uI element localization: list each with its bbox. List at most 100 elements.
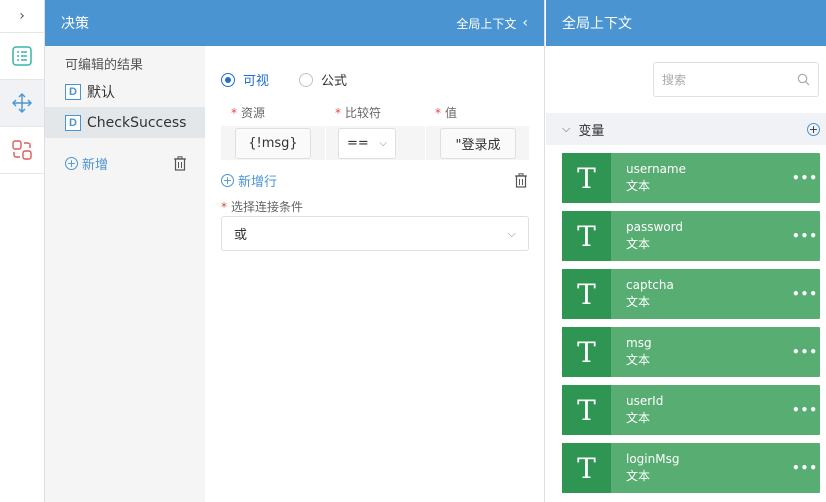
variable-card[interactable]: T msg 文本 ••• — [562, 327, 820, 377]
more-icon[interactable]: ••• — [790, 345, 820, 359]
variable-info: loginMsg 文本 — [611, 451, 790, 485]
context-title: 全局上下文 — [562, 16, 632, 32]
column-source-label: 资源 — [241, 106, 266, 120]
mode-formula-label: 公式 — [321, 74, 348, 89]
add-variable-icon[interactable]: + — [807, 122, 820, 136]
variable-name: loginMsg — [626, 452, 680, 466]
chevron-down-icon: ⌵ — [562, 122, 571, 135]
list-icon — [12, 46, 32, 66]
variable-card[interactable]: T captcha 文本 ••• — [562, 269, 820, 319]
condition-row: {!msg} == ⌵ "登录成 — [221, 126, 529, 160]
text-type-icon: T — [562, 153, 611, 203]
comparator-cell: == ⌵ — [325, 126, 425, 160]
column-source: * 资源 — [231, 106, 266, 120]
variable-type: 文本 — [626, 179, 651, 193]
decision-badge-icon: D — [65, 114, 81, 131]
search-input[interactable]: 搜索 — [653, 62, 819, 97]
source-cell: {!msg} — [221, 126, 325, 160]
trash-icon[interactable] — [514, 173, 528, 188]
column-value-label: 值 — [445, 106, 458, 120]
move-arrows-icon — [12, 93, 32, 113]
variable-info: userId 文本 — [611, 393, 790, 427]
add-row-button[interactable]: + 新增行 — [221, 171, 277, 190]
value-cell: "登录成 — [425, 126, 529, 160]
variable-card[interactable]: T password 文本 ••• — [562, 211, 820, 261]
variable-info: captcha 文本 — [611, 277, 790, 311]
variable-name: userId — [626, 394, 664, 408]
source-field[interactable]: {!msg} — [235, 127, 311, 159]
radio-unchecked-icon — [299, 72, 314, 87]
chevron-down-icon: ⌵ — [507, 226, 516, 240]
row-actions: + 新增行 — [221, 171, 528, 190]
variables-section-header[interactable]: ⌵ 变量 + — [546, 113, 826, 145]
column-comparator: * 比较符 — [335, 106, 382, 120]
more-icon[interactable]: ••• — [790, 171, 820, 185]
more-icon[interactable]: ••• — [790, 461, 820, 475]
left-rail: › — [0, 0, 45, 502]
column-value: * 值 — [435, 106, 458, 120]
connection-label: * 选择连接条件 — [221, 200, 304, 214]
rail-button-list[interactable] — [0, 33, 44, 80]
variable-type: 文本 — [626, 237, 651, 251]
mode-visual-label: 可视 — [243, 74, 270, 89]
variable-type: 文本 — [626, 411, 651, 425]
result-item-checksuccess[interactable]: D CheckSuccess — [45, 107, 205, 138]
more-icon[interactable]: ••• — [790, 287, 820, 301]
app-root: › 决策 全局上下文 ‹ 可编辑的结果 D 默认 D CheckSuccess … — [0, 0, 826, 502]
variable-name: username — [626, 162, 686, 176]
swap-icon — [12, 140, 32, 160]
variable-info: username 文本 — [611, 161, 790, 195]
chevron-down-icon: ⌵ — [379, 137, 387, 149]
search-placeholder: 搜索 — [662, 73, 687, 87]
variable-card[interactable]: T userId 文本 ••• — [562, 385, 820, 435]
connection-value: 或 — [234, 228, 248, 243]
condition-columns: * 资源 * 比较符 * 值 — [221, 104, 528, 121]
result-item-default[interactable]: D 默认 — [45, 76, 205, 107]
results-list: 可编辑的结果 D 默认 D CheckSuccess + 新增 — [45, 46, 205, 502]
comparator-select[interactable]: == ⌵ — [338, 127, 396, 159]
trash-icon[interactable] — [173, 156, 187, 171]
text-type-icon: T — [562, 385, 611, 435]
decision-panel: 决策 全局上下文 ‹ 可编辑的结果 D 默认 D CheckSuccess + … — [45, 0, 545, 502]
search-icon — [797, 73, 810, 86]
more-icon[interactable]: ••• — [790, 229, 820, 243]
text-type-icon: T — [562, 269, 611, 319]
variables-section-title: ⌵ 变量 — [562, 120, 604, 139]
variable-list: T username 文本 ••• T password 文本 ••• T ca… — [562, 153, 820, 501]
chevron-right-icon: › — [19, 8, 25, 24]
results-label: 可编辑的结果 — [65, 58, 144, 73]
chevron-left-icon: ‹ — [522, 15, 528, 31]
expand-rail-button[interactable]: › — [0, 0, 44, 33]
value-field[interactable]: "登录成 — [440, 127, 516, 159]
mode-visual-radio[interactable]: 可视 — [221, 70, 269, 89]
variable-card[interactable]: T loginMsg 文本 ••• — [562, 443, 820, 493]
global-context-label: 全局上下文 — [456, 16, 517, 31]
text-type-icon: T — [562, 443, 611, 493]
add-row-label: 新增行 — [238, 175, 278, 190]
variable-name: password — [626, 220, 683, 234]
global-context-panel: 全局上下文 搜索 ⌵ 变量 + T username 文本 ••• T pass… — [546, 0, 826, 502]
variable-type: 文本 — [626, 469, 651, 483]
result-label: 默认 — [87, 84, 115, 101]
variable-type: 文本 — [626, 353, 651, 367]
mode-selector: 可视 公式 — [221, 70, 347, 89]
variable-info: password 文本 — [611, 219, 790, 253]
add-result-label: 新增 — [82, 158, 109, 173]
result-label: CheckSuccess — [87, 114, 187, 131]
rail-button-swap[interactable] — [0, 127, 44, 174]
global-context-toggle[interactable]: 全局上下文 ‹ — [456, 15, 528, 32]
variable-name: msg — [626, 336, 652, 350]
connection-select[interactable]: 或 ⌵ — [221, 216, 529, 251]
decision-badge-icon: D — [65, 83, 81, 100]
rail-button-decision[interactable] — [0, 80, 44, 127]
plus-circle-icon: + — [221, 174, 234, 187]
variable-card[interactable]: T username 文本 ••• — [562, 153, 820, 203]
context-header: 全局上下文 — [546, 0, 826, 46]
text-type-icon: T — [562, 211, 611, 261]
more-icon[interactable]: ••• — [790, 403, 820, 417]
add-result-button[interactable]: + 新增 — [65, 154, 108, 173]
mode-formula-radio[interactable]: 公式 — [299, 70, 347, 89]
variable-name: captcha — [626, 278, 674, 292]
variable-info: msg 文本 — [611, 335, 790, 369]
column-comparator-label: 比较符 — [345, 106, 382, 120]
